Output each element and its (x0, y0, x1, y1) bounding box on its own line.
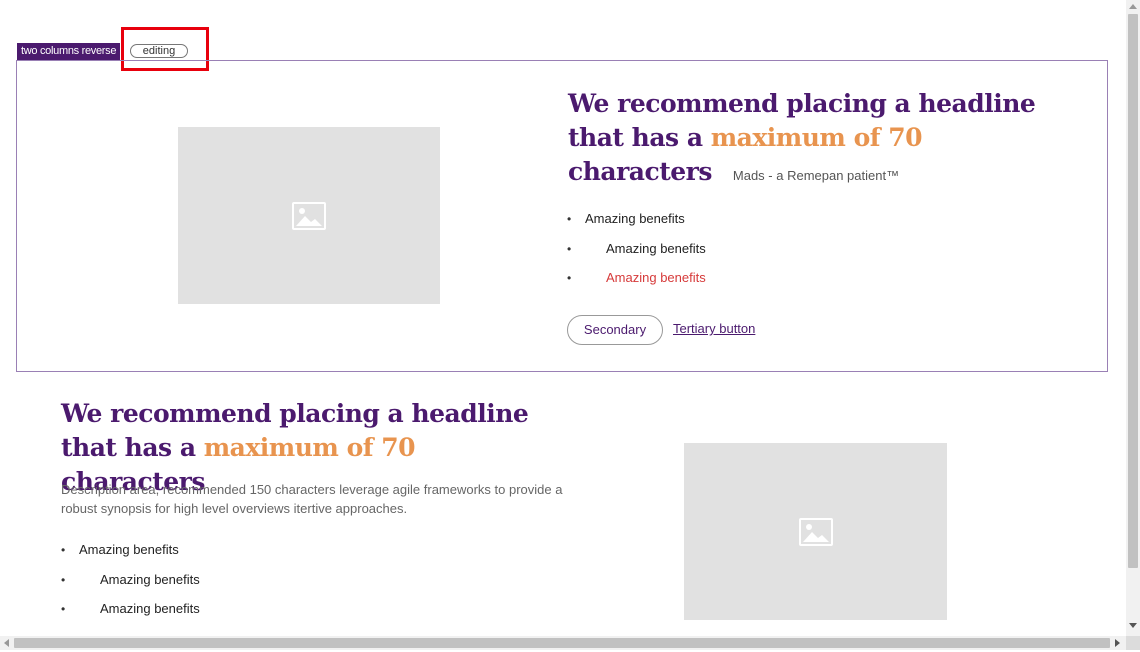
scroll-right-arrow-icon[interactable] (1115, 639, 1120, 647)
scroll-left-arrow-icon[interactable] (4, 639, 9, 647)
image-placeholder[interactable] (178, 127, 440, 304)
vertical-scroll-thumb[interactable] (1128, 14, 1138, 568)
list-item: Amazing benefits (61, 571, 461, 601)
page-viewport: two columns reverse editing We recommend… (0, 0, 1126, 636)
horizontal-scroll-thumb[interactable] (14, 638, 1110, 648)
image-placeholder[interactable] (684, 443, 947, 620)
scrollbar-corner (1126, 636, 1140, 650)
tertiary-button[interactable]: Tertiary button (673, 321, 755, 337)
benefits-list: Amazing benefits Amazing benefits Amazin… (61, 541, 461, 630)
image-placeholder-icon (292, 201, 326, 230)
vertical-scrollbar[interactable] (1126, 0, 1140, 636)
headline-accent: maximum of 70 (203, 433, 416, 462)
list-item: Amazing benefits (567, 240, 967, 270)
horizontal-scrollbar[interactable] (0, 636, 1126, 650)
list-item: Amazing benefits (61, 541, 461, 571)
headline-accent: maximum of 70 (710, 123, 923, 152)
list-item: Amazing benefits (567, 210, 967, 240)
benefits-list: Amazing benefits Amazing benefits Amazin… (567, 210, 967, 299)
component-type-label[interactable]: two columns reverse (17, 43, 121, 60)
patient-attribution: Mads - a Remepan patient™ (732, 168, 900, 183)
secondary-button[interactable]: Secondary (567, 315, 663, 345)
list-item: Amazing benefits (567, 269, 967, 299)
section-description: Description area, recommended 150 charac… (61, 482, 563, 516)
image-placeholder-icon (798, 517, 833, 546)
list-item: Amazing benefits (61, 600, 461, 630)
scroll-up-arrow-icon[interactable] (1129, 4, 1137, 9)
scroll-down-arrow-icon[interactable] (1129, 623, 1137, 628)
